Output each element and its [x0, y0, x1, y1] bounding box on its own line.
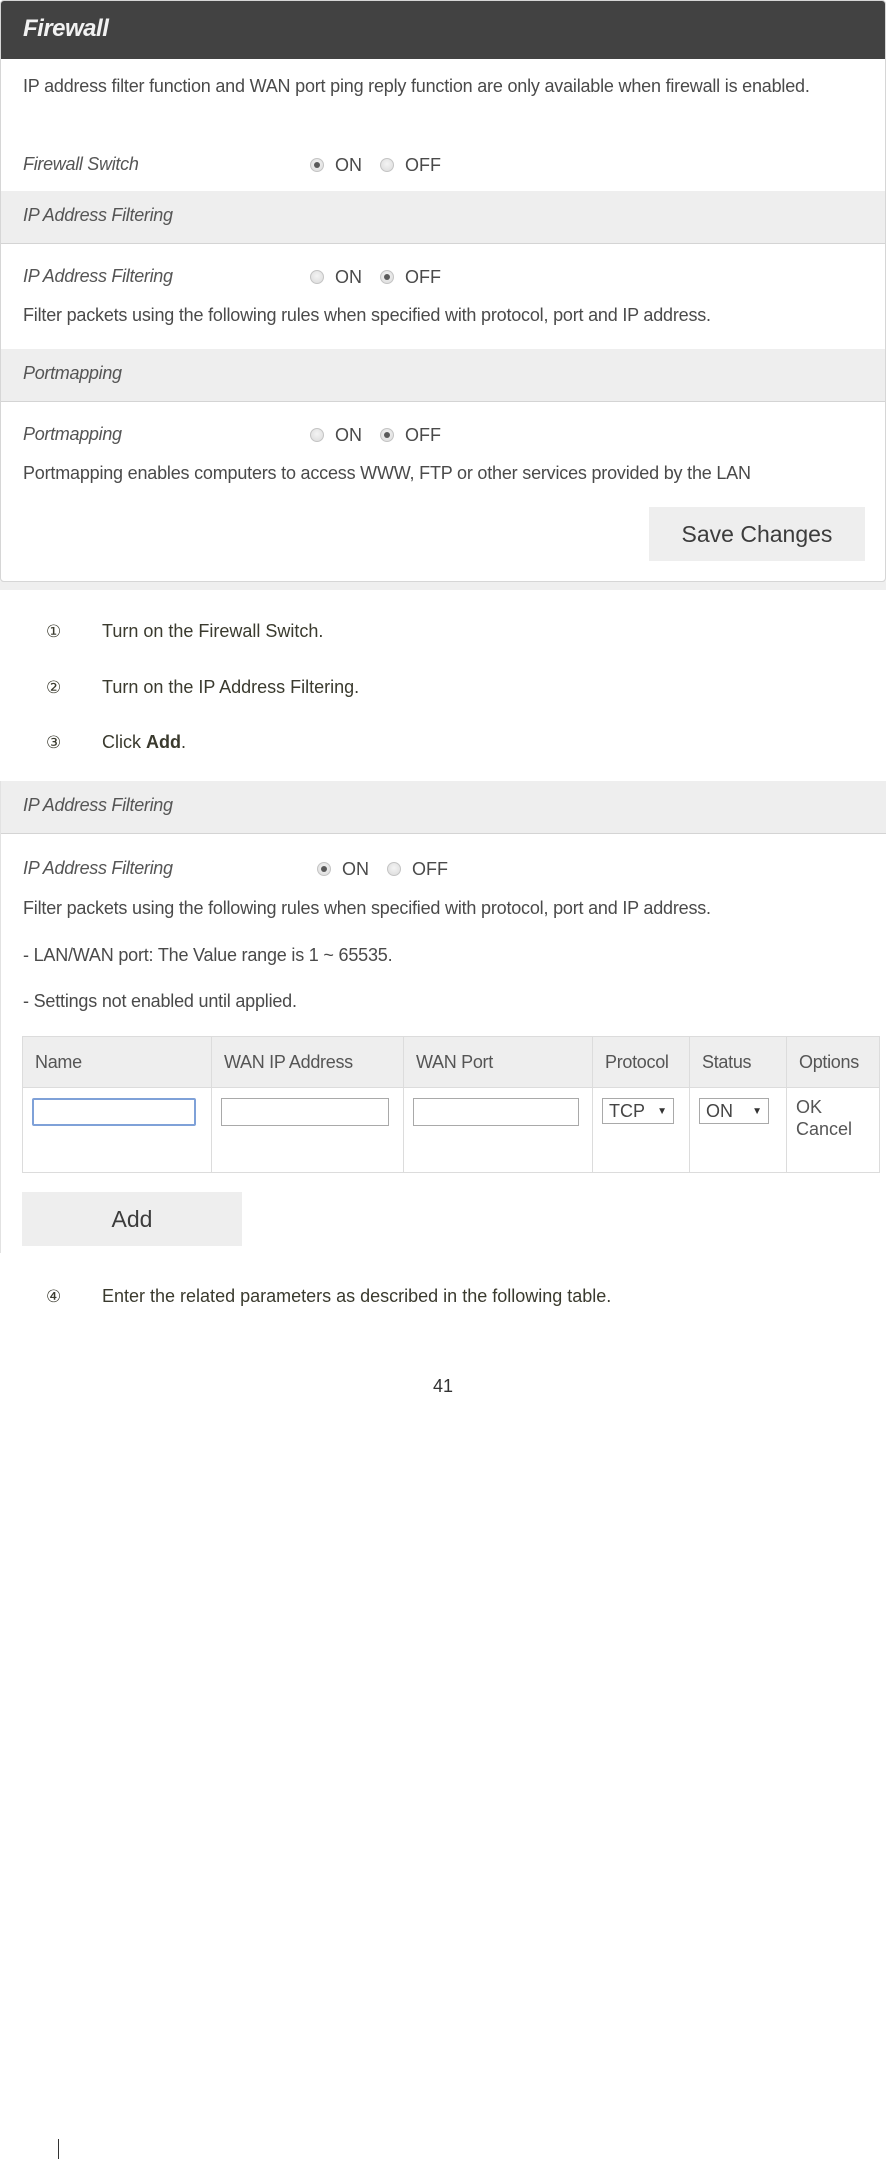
dropdown-arrow-icon: ▼ — [752, 1105, 762, 1117]
step-number: ③ — [46, 733, 62, 752]
step-number: ② — [46, 678, 62, 697]
firewall-switch-on-label[interactable]: ON — [335, 155, 362, 176]
step-1: ① Turn on the Firewall Switch. — [46, 621, 323, 642]
firewall-panel: Firewall IP address filter function and … — [0, 0, 886, 582]
cancel-link[interactable]: Cancel — [796, 1116, 870, 1142]
ip-filtering-label: IP Address Filtering — [23, 858, 173, 878]
firewall-title-bar: Firewall — [1, 1, 885, 59]
panel-title: Firewall — [23, 15, 109, 42]
options-cell: OK Cancel — [786, 1087, 880, 1173]
ip-filtering-section-header: IP Address Filtering — [1, 191, 885, 244]
column-header-protocol: Protocol — [592, 1036, 690, 1088]
protocol-select[interactable]: TCP ▼ — [602, 1098, 674, 1124]
portmapping-on-radio[interactable] — [310, 428, 324, 442]
ip-filter-rules-table: Name WAN IP Address WAN Port Protocol St… — [22, 1036, 880, 2159]
dropdown-arrow-icon: ▼ — [657, 1105, 667, 1117]
ip-filtering-on-radio[interactable] — [310, 270, 324, 284]
portmapping-off-radio[interactable] — [380, 428, 394, 442]
ip-filter-panel-header: IP Address Filtering — [1, 781, 886, 834]
section-heading: IP Address Filtering — [23, 795, 173, 815]
save-changes-button[interactable]: Save Changes — [649, 507, 865, 561]
step-text: Turn on the IP Address Filtering. — [102, 677, 360, 697]
firewall-switch-off-radio[interactable] — [380, 158, 394, 172]
portmapping-radio-group: ON OFF — [310, 423, 459, 447]
portmapping-description: Portmapping enables computers to access … — [23, 463, 751, 483]
column-header-wan-ip: WAN IP Address — [211, 1036, 404, 1088]
step-text: Click — [102, 732, 146, 752]
port-range-note: - LAN/WAN port: The Value range is 1 ~ 6… — [23, 945, 393, 965]
ip-filtering-description: Filter packets using the following rules… — [23, 898, 711, 918]
section-heading: IP Address Filtering — [23, 205, 173, 225]
ip-filtering-on-label[interactable]: ON — [335, 267, 362, 288]
ip-filtering-radio-group: ON OFF — [317, 857, 466, 881]
firewall-switch-label: Firewall Switch — [23, 154, 139, 174]
status-selected-value: ON — [706, 1100, 733, 1121]
portmapping-on-label[interactable]: ON — [335, 425, 362, 446]
wan-port-input[interactable] — [413, 1098, 579, 1126]
status-select[interactable]: ON ▼ — [699, 1098, 769, 1124]
ip-filter-panel: IP Address Filtering IP Address Filterin… — [0, 781, 886, 1253]
column-header-name: Name — [22, 1036, 212, 1088]
ip-filtering-off-label[interactable]: OFF — [412, 859, 448, 880]
wan-ip-cell — [211, 1087, 404, 1173]
portmapping-label: Portmapping — [23, 424, 122, 444]
ip-filtering-off-radio[interactable] — [387, 862, 401, 876]
firewall-switch-off-label[interactable]: OFF — [405, 155, 441, 176]
column-header-status: Status — [689, 1036, 787, 1088]
step-text: Turn on the Firewall Switch. — [102, 621, 324, 641]
ip-filtering-on-label[interactable]: ON — [342, 859, 369, 880]
name-input[interactable] — [32, 1098, 196, 1126]
ip-filtering-off-label[interactable]: OFF — [405, 267, 441, 288]
panel-shadow-band — [0, 582, 886, 590]
step-2: ② Turn on the IP Address Filtering. — [46, 677, 359, 698]
text-cursor — [57, 2138, 59, 2159]
portmapping-section-header: Portmapping — [1, 349, 885, 402]
column-header-options: Options — [786, 1036, 880, 1088]
status-cell: ON ▼ — [689, 1087, 787, 1173]
ip-filtering-radio-group: ON OFF — [310, 265, 459, 289]
portmapping-off-label[interactable]: OFF — [405, 425, 441, 446]
firewall-switch-on-radio[interactable] — [310, 158, 324, 172]
wan-ip-input[interactable] — [221, 1098, 389, 1126]
step-3: ③ Click Add. — [46, 732, 186, 753]
step-text: Enter the related parameters as describe… — [102, 1286, 612, 1306]
step-4: ④ Enter the related parameters as describ… — [46, 1286, 611, 1307]
ip-filtering-description: Filter packets using the following rules… — [23, 305, 711, 325]
table-header-row: Name WAN IP Address WAN Port Protocol St… — [22, 1036, 880, 1088]
step-text-end: . — [181, 732, 187, 752]
step-number: ① — [46, 622, 62, 641]
protocol-selected-value: TCP — [609, 1100, 645, 1121]
add-button[interactable]: Add — [22, 1192, 242, 1246]
firewall-description: IP address filter function and WAN port … — [23, 76, 810, 96]
section-heading: Portmapping — [23, 363, 122, 383]
protocol-cell: TCP ▼ — [592, 1087, 690, 1173]
firewall-switch-radio-group: ON OFF — [310, 153, 459, 177]
ip-filtering-label: IP Address Filtering — [23, 266, 173, 286]
step-number: ④ — [46, 1287, 62, 1306]
ip-filtering-on-radio[interactable] — [317, 862, 331, 876]
table-row: TCP ▼ ON ▼ OK Cancel — [22, 1087, 880, 2159]
name-cell — [22, 1087, 212, 2159]
column-header-wan-port: WAN Port — [403, 1036, 593, 1088]
ip-filtering-off-radio[interactable] — [380, 270, 394, 284]
settings-note: - Settings not enabled until applied. — [23, 991, 297, 1011]
step-bold-text: Add — [146, 732, 181, 752]
wan-port-cell — [403, 1087, 593, 1173]
